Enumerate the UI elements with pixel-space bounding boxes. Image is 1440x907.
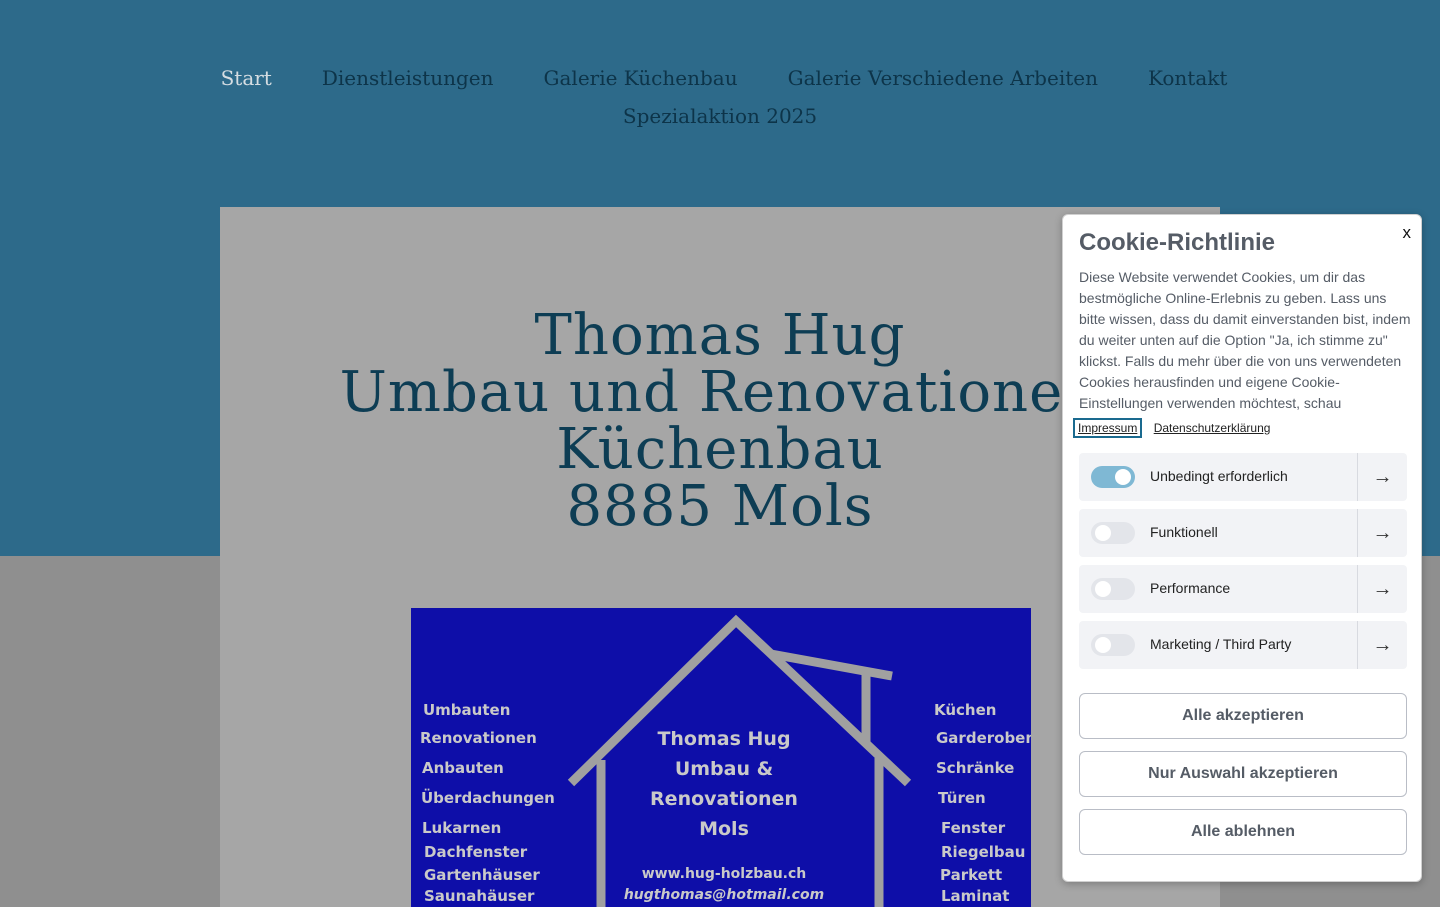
nav-item-galerie-verschiedene-arbeiten[interactable]: Galerie Verschiedene Arbeiten	[788, 66, 1098, 91]
accept-selection-button[interactable]: Nur Auswahl akzeptieren	[1079, 751, 1407, 797]
cookie-legal-links: Impressum Datenschutzerklärung	[1072, 418, 1280, 438]
service-label: Garderoben	[936, 729, 1031, 747]
card-name-line: Mols	[699, 818, 749, 840]
service-label: Lukarnen	[422, 819, 502, 837]
toggle-switch[interactable]	[1091, 634, 1135, 656]
card-email: hugthomas@hotmail.com	[623, 887, 825, 903]
service-label: Saunahäuser	[424, 887, 535, 905]
arrow-right-icon[interactable]: →	[1357, 453, 1407, 501]
cookie-option-label: Marketing / Third Party	[1150, 636, 1292, 652]
nav-item-galerie-kuechenbau[interactable]: Galerie Küchenbau	[544, 66, 738, 91]
arrow-right-icon[interactable]: →	[1357, 621, 1407, 669]
service-label: Parkett	[940, 866, 1003, 884]
cookie-option-label: Funktionell	[1150, 524, 1218, 540]
cookie-dialog-title: Cookie-Richtlinie	[1079, 229, 1276, 256]
card-name-line: Thomas Hug	[657, 728, 791, 750]
toggle-knob	[1095, 581, 1111, 597]
toggle-switch[interactable]	[1091, 522, 1135, 544]
cookie-option-necessary[interactable]: Unbedingt erforderlich →	[1079, 453, 1407, 501]
service-label: Laminat	[941, 887, 1010, 905]
toggle-switch[interactable]	[1091, 466, 1135, 488]
service-label: Fenster	[941, 819, 1006, 837]
service-label: Renovationen	[420, 729, 537, 747]
service-label: Schränke	[936, 759, 1015, 777]
main-navigation: Start Dienstleistungen Galerie Küchenbau…	[0, 66, 1440, 129]
cookie-option-marketing[interactable]: Marketing / Third Party →	[1079, 621, 1407, 669]
card-website: www.hug-holzbau.ch	[641, 866, 807, 882]
accept-all-button[interactable]: Alle akzeptieren	[1079, 693, 1407, 739]
card-name-line: Renovationen	[650, 788, 798, 810]
nav-item-dienstleistungen[interactable]: Dienstleistungen	[322, 66, 494, 91]
toggle-knob	[1095, 525, 1111, 541]
impressum-link[interactable]: Impressum	[1072, 418, 1143, 438]
service-label: Türen	[938, 789, 986, 807]
arrow-right-icon[interactable]: →	[1357, 565, 1407, 613]
cookie-option-performance[interactable]: Performance →	[1079, 565, 1407, 613]
toggle-switch[interactable]	[1091, 578, 1135, 600]
cookie-option-functional[interactable]: Funktionell →	[1079, 509, 1407, 557]
cookie-option-label: Unbedingt erforderlich	[1150, 468, 1288, 484]
datenschutz-link[interactable]: Datenschutzerklärung	[1154, 421, 1271, 435]
reject-all-button[interactable]: Alle ablehnen	[1079, 809, 1407, 855]
cookie-description[interactable]: Diese Website verwendet Cookies, um dir …	[1079, 267, 1411, 415]
service-label: Dachfenster	[424, 843, 528, 861]
toggle-knob	[1095, 637, 1111, 653]
nav-item-spezialaktion[interactable]: Spezialaktion 2025	[623, 104, 817, 129]
card-name-line: Umbau &	[674, 758, 774, 780]
business-card-image: Umbauten Renovationen Anbauten Überdachu…	[411, 608, 1031, 907]
card-company-name: Thomas Hug Umbau & Renovationen Mols	[611, 724, 837, 844]
arrow-right-icon[interactable]: →	[1357, 509, 1407, 557]
nav-item-start[interactable]: Start	[221, 66, 272, 91]
service-label: Anbauten	[422, 759, 504, 777]
service-label: Küchen	[934, 701, 997, 719]
close-icon[interactable]: x	[1403, 223, 1412, 243]
service-label: Umbauten	[423, 701, 511, 719]
cookie-option-label: Performance	[1150, 580, 1231, 596]
nav-item-kontakt[interactable]: Kontakt	[1148, 66, 1227, 91]
service-label: Überdachungen	[421, 789, 555, 807]
toggle-knob	[1115, 469, 1131, 485]
service-label: Riegelbau	[941, 843, 1026, 861]
cookie-consent-dialog: x Cookie-Richtlinie Diese Website verwen…	[1062, 214, 1422, 882]
service-label: Gartenhäuser	[424, 866, 540, 884]
